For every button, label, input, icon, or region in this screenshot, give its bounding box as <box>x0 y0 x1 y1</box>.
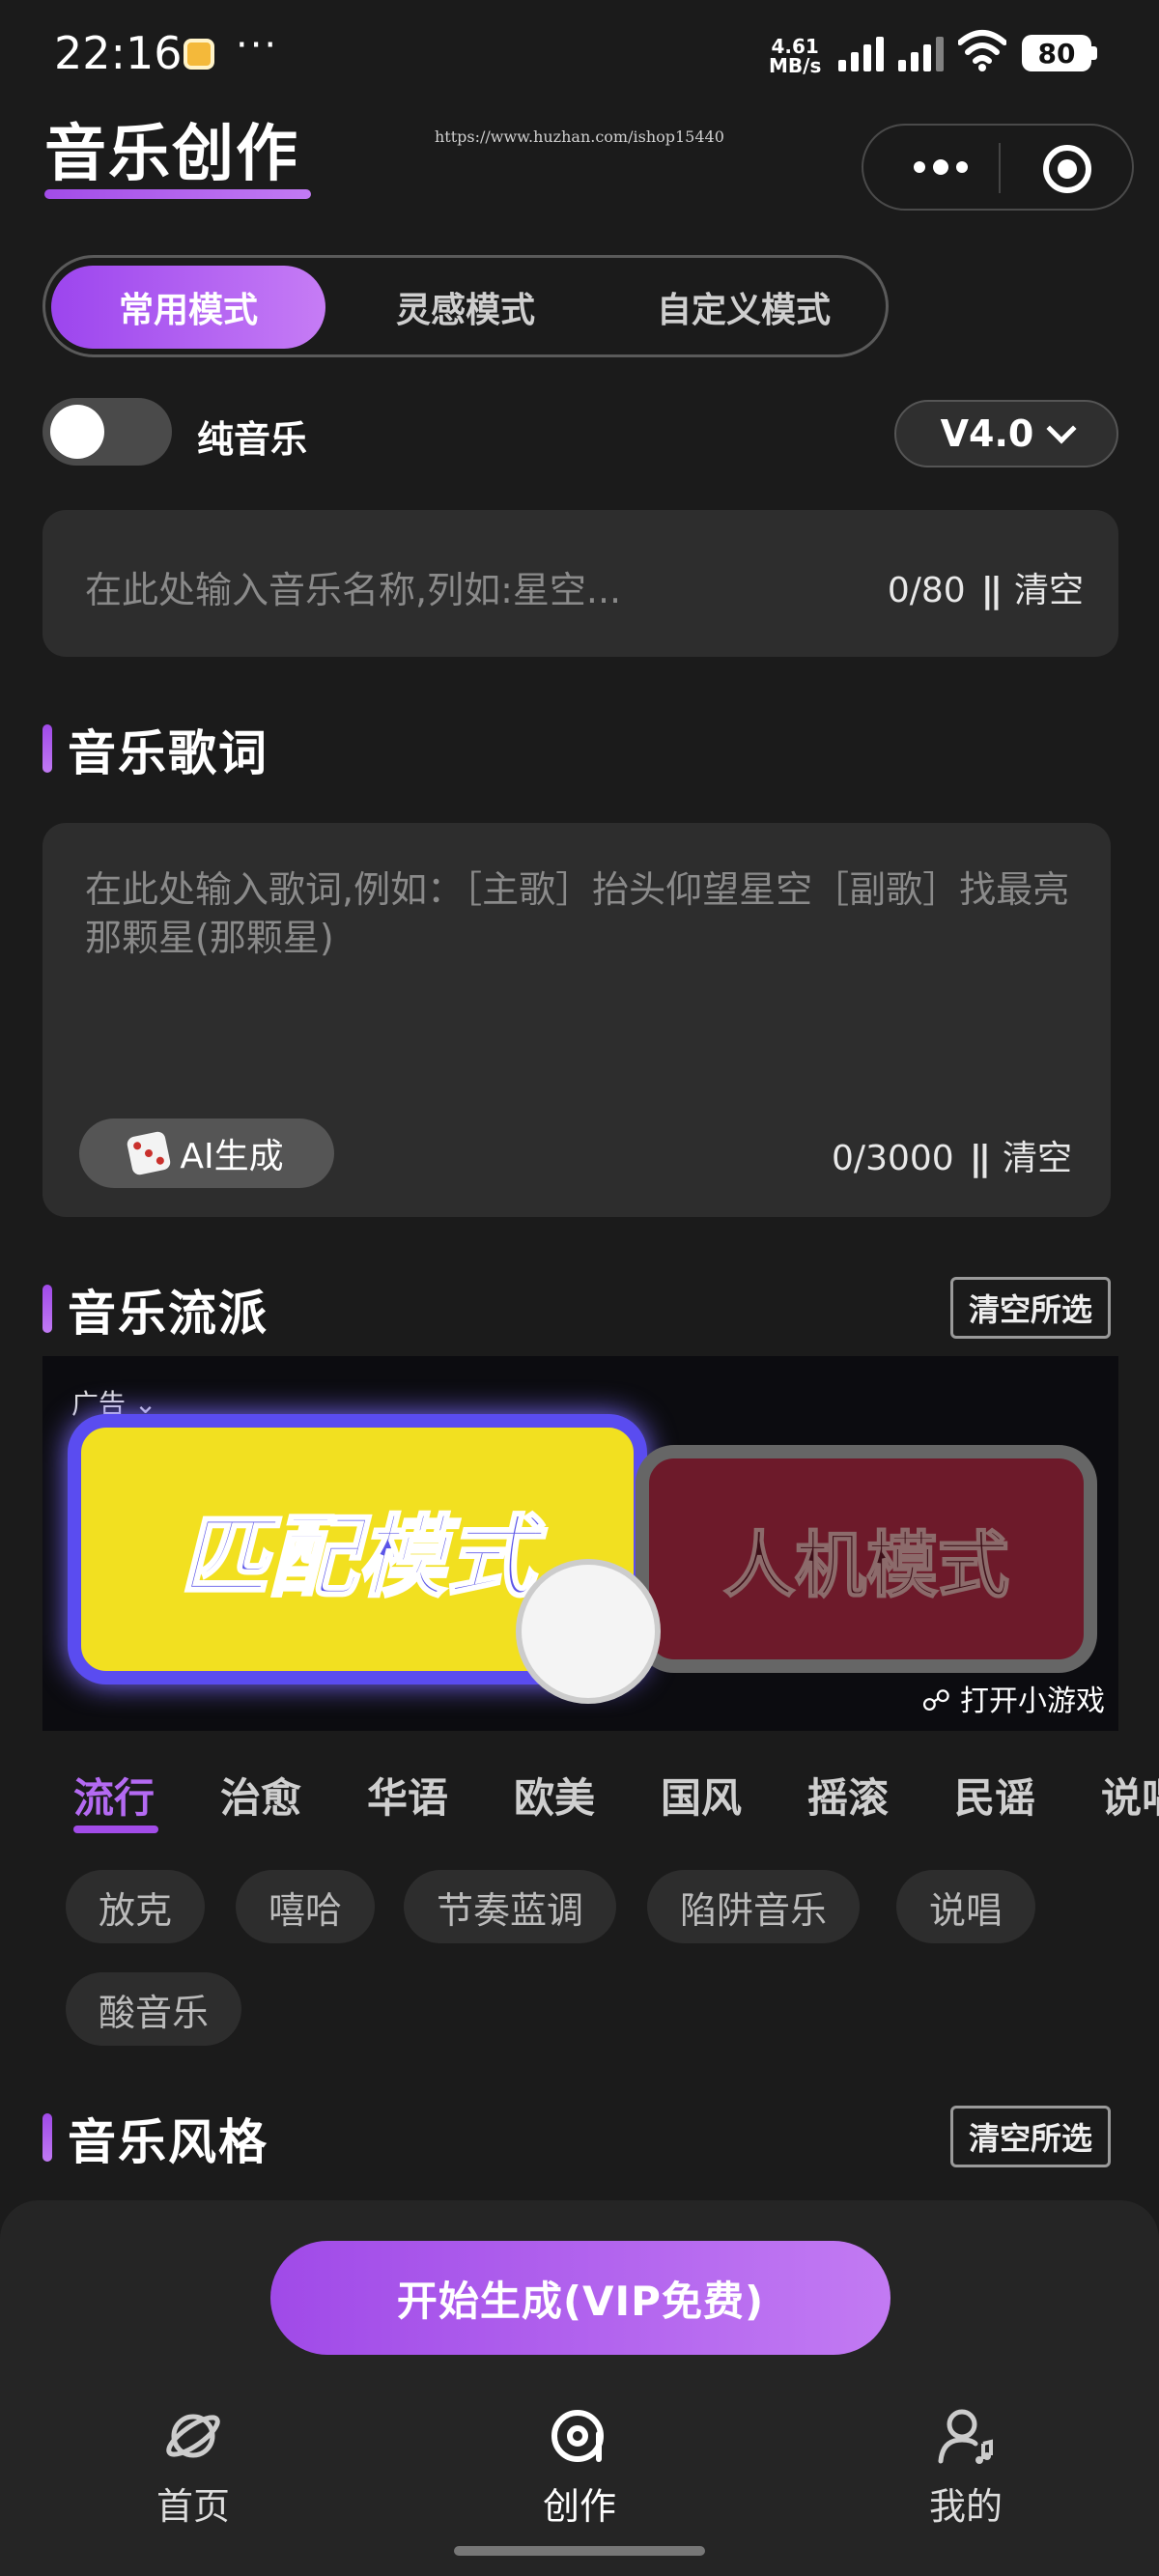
ad-ai-mode-text: 人机模式 <box>722 1523 1010 1608</box>
ad-ai-mode-graphic: 人机模式 <box>636 1445 1097 1673</box>
ad-banner[interactable]: 广告 ⌄ 匹配模式 人机模式 ☍ 打开小游戏 <box>42 1356 1118 1731</box>
genre-chip[interactable]: 说唱 <box>896 1870 1036 1943</box>
page-title: 音乐创作 <box>44 119 299 190</box>
mode-tabs: 常用模式 灵感模式 自定义模式 <box>42 255 889 357</box>
genre-tab-folk[interactable]: 民谣 <box>954 1766 1035 1825</box>
lyrics-placeholder: 在此处输入歌词,例如：［主歌］抬头仰望星空［副歌］找最亮那颗星(那颗星) <box>85 868 1070 959</box>
genre-clear-all-button[interactable]: 清空所选 <box>950 1277 1112 1339</box>
lyrics-counter-row: 0/3000 || 清空 <box>832 1130 1072 1180</box>
version-select[interactable]: V4.0 <box>894 400 1118 467</box>
separator: || <box>969 1139 991 1178</box>
genre-tab-rap[interactable]: 说唱 <box>1101 1766 1159 1824</box>
music-name-count: 0/80 <box>887 571 966 610</box>
ai-generate-label: AI生成 <box>180 1137 284 1176</box>
tab-custom-mode[interactable]: 自定义模式 <box>606 266 882 349</box>
close-miniprogram-icon[interactable] <box>1043 145 1091 193</box>
genre-section-title: 音乐流派 <box>68 1286 269 1342</box>
instrumental-toggle[interactable] <box>42 398 172 466</box>
genre-tab-chinese[interactable]: 华语 <box>367 1766 448 1825</box>
genre-tab-underline <box>73 1826 158 1833</box>
link-icon: ☍ <box>921 1684 951 1718</box>
watermark-url: https://www.huzhan.com/ishop15440 <box>435 127 724 146</box>
section-accent-bar <box>42 2113 52 2162</box>
status-time: 22:16 <box>54 27 183 79</box>
genre-tab-rap-clip: 说唱 <box>1101 1766 1159 1824</box>
ad-match-mode-text: 匹配模式 <box>178 1504 536 1610</box>
genre-chip[interactable]: 嘻哈 <box>236 1870 376 1943</box>
nav-label-mine: 我的 <box>928 2485 1003 2528</box>
network-speed-value: 4.61 <box>771 35 819 58</box>
start-generate-button[interactable]: 开始生成(VIP免费) <box>270 2241 890 2355</box>
genre-tab-rock[interactable]: 摇滚 <box>807 1766 889 1825</box>
genre-tab-guofeng[interactable]: 国风 <box>661 1766 742 1825</box>
battery-icon: 80 <box>1022 35 1091 71</box>
nav-label-home: 首页 <box>155 2485 230 2528</box>
genre-chip[interactable]: 酸音乐 <box>66 1972 242 2046</box>
planet-icon <box>166 2414 220 2458</box>
genre-tab-western[interactable]: 欧美 <box>514 1766 595 1825</box>
music-name-counter-row: 0/80 || 清空 <box>888 562 1084 612</box>
lyrics-count: 0/3000 <box>832 1139 954 1178</box>
notification-app-icon <box>184 39 214 70</box>
nav-item-home[interactable]: 首页 <box>97 2405 290 2530</box>
music-name-input[interactable]: 在此处输入音乐名称,列如:星空... 0/80 || 清空 <box>42 510 1118 657</box>
signal-icon <box>838 35 884 71</box>
section-accent-bar <box>42 1285 52 1333</box>
music-disc-icon <box>551 2410 604 2462</box>
section-accent-bar <box>42 724 52 773</box>
music-name-clear-button[interactable]: 清空 <box>1014 571 1084 610</box>
nav-item-mine[interactable]: 我的 <box>869 2405 1062 2530</box>
style-section-title: 音乐风格 <box>68 2114 269 2170</box>
chevron-down-icon <box>1046 413 1077 444</box>
nav-label-create: 创作 <box>542 2485 616 2528</box>
style-clear-all-button[interactable]: 清空所选 <box>950 2106 1112 2167</box>
lyrics-section-title: 音乐歌词 <box>68 725 269 781</box>
network-speed-unit: MB/s <box>769 54 822 77</box>
genre-tab-healing[interactable]: 治愈 <box>220 1766 301 1825</box>
tab-inspiration-mode[interactable]: 灵感模式 <box>335 266 596 349</box>
open-minigame-text: 打开小游戏 <box>960 1684 1105 1718</box>
title-underline <box>44 189 311 199</box>
ai-generate-button[interactable]: AI生成 <box>79 1118 334 1188</box>
separator: || <box>980 571 1003 610</box>
capsule-divider <box>999 143 1001 193</box>
lyrics-clear-button[interactable]: 清空 <box>1003 1139 1072 1178</box>
more-options-icon[interactable] <box>902 143 979 191</box>
genre-chip[interactable]: 节奏蓝调 <box>404 1870 617 1943</box>
open-minigame-link[interactable]: ☍ 打开小游戏 <box>921 1677 1105 1719</box>
gesture-bar <box>454 2546 705 2556</box>
miniprogram-capsule <box>862 124 1134 211</box>
status-more-icon: ··· <box>236 23 279 68</box>
signal-icon-2 <box>898 35 944 71</box>
toggle-knob <box>50 405 104 459</box>
music-name-placeholder: 在此处输入音乐名称,列如:星空... <box>85 569 622 611</box>
network-speed: 4.61 MB/s <box>769 37 821 75</box>
version-value: V4.0 <box>940 412 1034 455</box>
wifi-icon <box>958 30 1006 71</box>
tab-common-mode[interactable]: 常用模式 <box>51 266 325 349</box>
dice-icon <box>126 1130 173 1176</box>
user-music-icon <box>938 2409 993 2464</box>
instrumental-label: 纯音乐 <box>197 418 308 461</box>
genre-tab-pop[interactable]: 流行 <box>73 1766 155 1825</box>
battery-tip <box>1091 46 1097 60</box>
genre-chip[interactable]: 放克 <box>66 1870 206 1943</box>
lyrics-textarea[interactable]: 在此处输入歌词,例如：［主歌］抬头仰望星空［副歌］找最亮那颗星(那颗星) AI生… <box>42 823 1111 1217</box>
genre-chip[interactable]: 陷阱音乐 <box>647 1870 861 1943</box>
pointing-hand-icon <box>516 1559 661 1704</box>
nav-item-create[interactable]: 创作 <box>483 2405 676 2530</box>
